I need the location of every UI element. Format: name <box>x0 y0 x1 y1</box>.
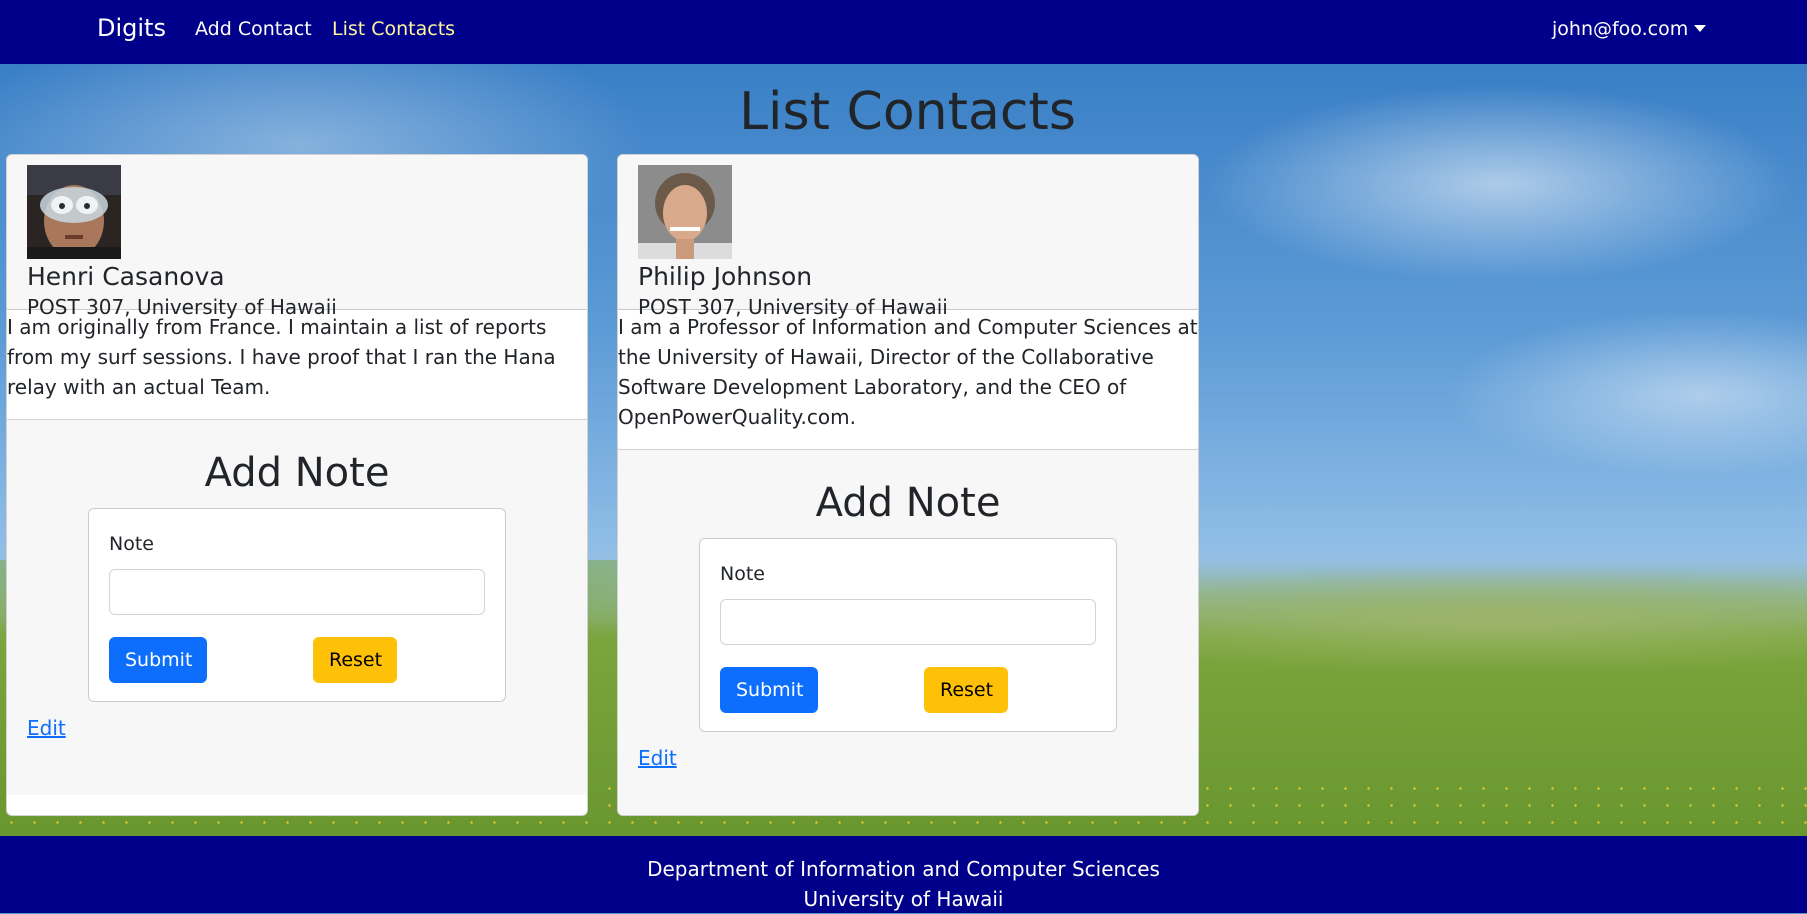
note-label: Note <box>720 563 765 585</box>
contact-name: Philip Johnson <box>638 262 813 291</box>
note-label: Note <box>109 533 154 555</box>
page-title: List Contacts <box>739 82 1076 142</box>
nav-add-contact[interactable]: Add Contact <box>195 18 312 40</box>
reset-button[interactable]: Reset <box>924 667 1008 713</box>
contact-description: I am a Professor of Information and Comp… <box>618 310 1198 450</box>
nav-list-contacts[interactable]: List Contacts <box>332 18 455 40</box>
brand-link[interactable]: Digits <box>97 14 166 42</box>
edit-link[interactable]: Edit <box>638 746 677 770</box>
note-input[interactable] <box>720 599 1096 645</box>
user-email: john@foo.com <box>1552 18 1689 40</box>
add-note-title: Add Note <box>204 450 390 496</box>
contact-card: Philip Johnson POST 307, University of H… <box>617 154 1199 816</box>
footer-department: Department of Information and Computer S… <box>647 857 1160 881</box>
card-header: Philip Johnson POST 307, University of H… <box>618 155 1198 319</box>
add-note-title: Add Note <box>815 480 1001 526</box>
footer: Department of Information and Computer S… <box>0 836 1807 913</box>
top-navbar: Digits Add Contact List Contacts john@fo… <box>0 0 1807 64</box>
footer-university: University of Hawaii <box>803 887 1004 911</box>
submit-button[interactable]: Submit <box>720 667 818 713</box>
avatar <box>27 165 121 259</box>
add-note-section: Add Note Note Submit Reset Edit <box>618 450 1198 815</box>
add-note-form: Note Submit Reset <box>88 508 506 702</box>
caret-down-icon <box>1694 25 1707 32</box>
add-note-section: Add Note Note Submit Reset Edit <box>7 420 587 795</box>
reset-button[interactable]: Reset <box>313 637 397 683</box>
contact-card: Henri Casanova POST 307, University of H… <box>6 154 588 816</box>
contact-description: I am originally from France. I maintain … <box>7 310 587 420</box>
submit-button[interactable]: Submit <box>109 637 207 683</box>
contact-name: Henri Casanova <box>27 262 225 291</box>
avatar <box>638 165 732 259</box>
card-header: Henri Casanova POST 307, University of H… <box>7 155 587 319</box>
add-note-form: Note Submit Reset <box>699 538 1117 732</box>
note-input[interactable] <box>109 569 485 615</box>
edit-link[interactable]: Edit <box>27 716 66 740</box>
user-dropdown[interactable]: john@foo.com <box>1552 18 1707 40</box>
